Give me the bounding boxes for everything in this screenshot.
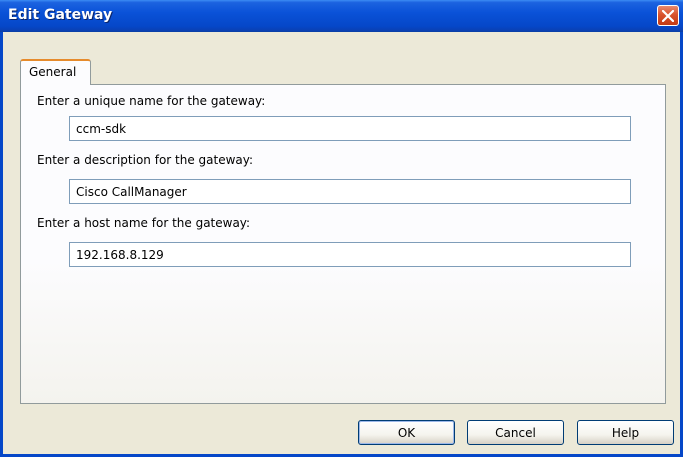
close-icon <box>662 10 674 22</box>
close-button[interactable] <box>657 5 679 26</box>
title-bar[interactable]: Edit Gateway <box>0 0 683 32</box>
gateway-host-input[interactable] <box>69 242 631 267</box>
gateway-description-input[interactable] <box>69 179 631 204</box>
window-border-left <box>0 32 3 457</box>
window-title: Edit Gateway <box>8 7 113 23</box>
tab-general[interactable]: General <box>20 59 91 85</box>
general-tab-panel: Enter a unique name for the gateway: Ent… <box>20 84 666 404</box>
gateway-description-label: Enter a description for the gateway: <box>37 153 254 167</box>
tab-general-label: General <box>29 65 77 79</box>
help-button[interactable]: Help <box>577 420 674 445</box>
edit-gateway-dialog: Edit Gateway General Enter a unique name… <box>0 0 683 457</box>
cancel-button[interactable]: Cancel <box>467 420 564 445</box>
ok-button[interactable]: OK <box>358 420 455 445</box>
gateway-name-input[interactable] <box>69 116 631 141</box>
gateway-host-label: Enter a host name for the gateway: <box>37 216 251 230</box>
gateway-name-label: Enter a unique name for the gateway: <box>37 94 266 108</box>
